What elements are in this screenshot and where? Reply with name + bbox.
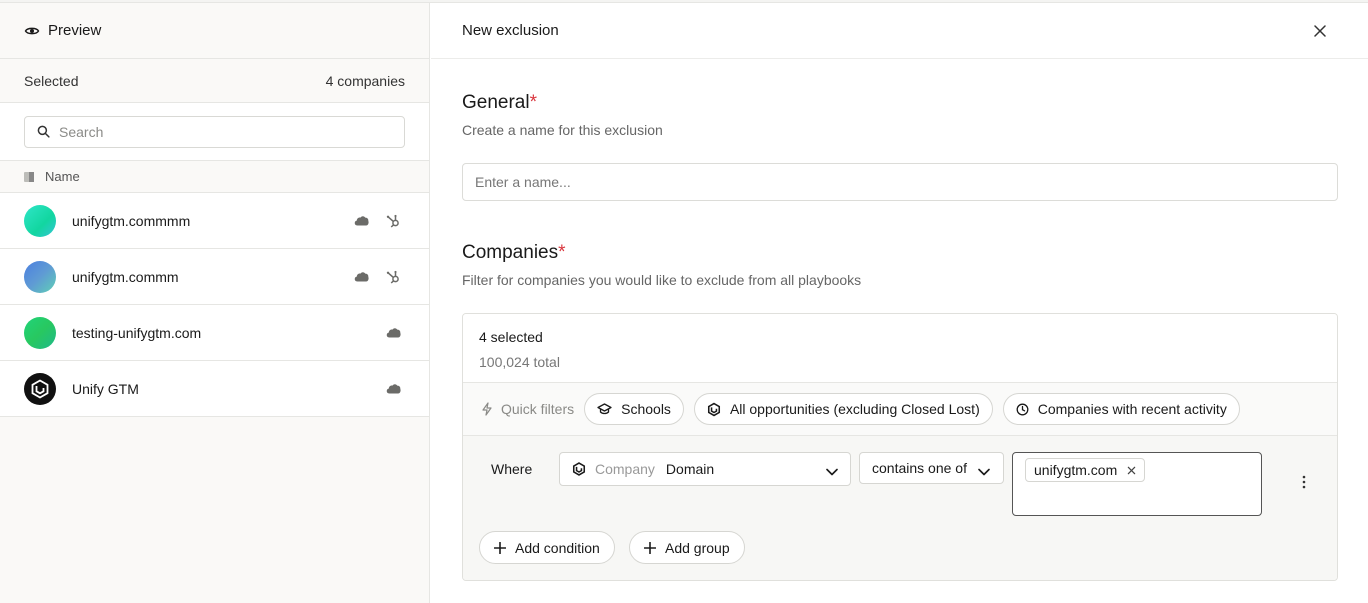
operator-label: contains one of	[872, 460, 967, 476]
plus-icon	[494, 541, 506, 554]
required-mark: *	[558, 242, 566, 263]
object-label: Company	[595, 461, 655, 477]
lightning-icon	[482, 402, 492, 416]
field-select[interactable]: Company Domain	[559, 452, 851, 486]
quick-filters-label: Quick filters	[481, 401, 574, 417]
value-tag-label: unifygtm.com	[1034, 462, 1118, 478]
chevron-down-icon	[826, 463, 838, 479]
plus-icon	[644, 541, 656, 554]
search-box	[24, 115, 405, 148]
condition-group: Where Company Domain contains one of uni…	[463, 436, 1337, 580]
avatar	[24, 204, 56, 237]
new-exclusion-panel: New exclusion General* Create a name for…	[431, 3, 1368, 603]
eye-icon	[24, 23, 40, 39]
column-name-label: Name	[45, 169, 80, 184]
search-input[interactable]	[59, 123, 379, 140]
quick-filters-text: Quick filters	[501, 401, 575, 417]
selected-summary: Selected 4 companies	[0, 59, 429, 103]
add-group-label: Add group	[665, 539, 730, 556]
company-name: unifygtm.commm	[72, 268, 179, 285]
company-name: unifygtm.commmm	[72, 212, 191, 229]
search-area	[0, 103, 429, 161]
salesforce-cloud-icon	[353, 213, 369, 229]
company-list: unifygtm.commmm unifygtm.commm testing-u…	[0, 193, 429, 417]
list-item[interactable]: Unify GTM	[0, 361, 429, 417]
hubspot-icon	[385, 269, 401, 285]
quick-filter-recent-activity[interactable]: Companies with recent activity	[1002, 393, 1240, 425]
search-icon	[37, 125, 50, 138]
unify-hex-icon	[572, 462, 586, 476]
operator-select[interactable]: contains one of	[859, 452, 1004, 484]
clock-icon	[1016, 403, 1029, 415]
chevron-down-icon	[978, 463, 990, 479]
hubspot-icon	[385, 213, 401, 229]
unify-logo-avatar	[24, 372, 56, 405]
salesforce-hex-icon	[707, 402, 720, 416]
general-subtitle: Create a name for this exclusion	[462, 122, 663, 138]
list-item[interactable]: testing-unifygtm.com	[0, 305, 429, 361]
add-condition-button[interactable]: Add condition	[479, 531, 615, 564]
general-title-text: General	[462, 92, 530, 113]
companies-filter-card: 4 selected 100,024 total Quick filters S…	[462, 313, 1338, 581]
quick-filter-schools[interactable]: Schools	[584, 393, 684, 425]
list-item[interactable]: unifygtm.commm	[0, 249, 429, 305]
selected-label: Selected	[24, 72, 79, 89]
field-label: Domain	[665, 461, 715, 477]
where-label: Where	[491, 461, 533, 477]
salesforce-cloud-icon	[385, 325, 401, 341]
company-name: testing-unifygtm.com	[72, 324, 202, 341]
preview-header: Preview	[0, 3, 429, 59]
exclusion-header: New exclusion	[431, 3, 1368, 59]
avatar	[24, 316, 56, 349]
page-title: New exclusion	[462, 22, 559, 39]
value-tag: unifygtm.com	[1025, 458, 1146, 482]
total-count: 100,024 total	[479, 354, 560, 370]
close-icon[interactable]	[1312, 23, 1328, 39]
chip-label: Schools	[621, 401, 671, 417]
more-options-icon[interactable]	[1298, 474, 1310, 490]
chip-label: All opportunities (excluding Closed Lost…	[729, 401, 980, 417]
general-section-title: General*	[462, 92, 537, 114]
companies-title-text: Companies	[462, 242, 559, 263]
selected-count: 4 companies	[325, 72, 405, 89]
companies-subtitle: Filter for companies you would like to e…	[462, 272, 862, 288]
column-icon	[24, 171, 34, 182]
exclusion-name-input[interactable]	[462, 163, 1338, 201]
preview-title: Preview	[48, 22, 102, 39]
company-name: Unify GTM	[72, 380, 139, 397]
selected-count: 4 selected	[479, 329, 543, 345]
value-input[interactable]: unifygtm.com	[1012, 452, 1262, 516]
chip-label: Companies with recent activity	[1037, 401, 1227, 417]
salesforce-cloud-icon	[353, 269, 369, 285]
add-group-button[interactable]: Add group	[629, 531, 745, 564]
add-condition-label: Add condition	[515, 539, 600, 556]
graduation-cap-icon	[597, 403, 612, 415]
companies-section-title: Companies*	[462, 242, 566, 264]
salesforce-cloud-icon	[385, 381, 401, 397]
column-header-name[interactable]: Name	[0, 161, 429, 193]
required-mark: *	[529, 92, 538, 113]
list-item[interactable]: unifygtm.commmm	[0, 193, 429, 249]
selection-summary: 4 selected 100,024 total	[463, 314, 1337, 383]
quick-filter-all-opportunities[interactable]: All opportunities (excluding Closed Lost…	[693, 393, 993, 425]
remove-tag-icon[interactable]	[1127, 466, 1136, 475]
avatar	[24, 260, 56, 293]
preview-panel: Preview Selected 4 companies Name unifyg…	[0, 3, 430, 603]
quick-filters-bar: Quick filters Schools All opportunities …	[463, 383, 1337, 436]
